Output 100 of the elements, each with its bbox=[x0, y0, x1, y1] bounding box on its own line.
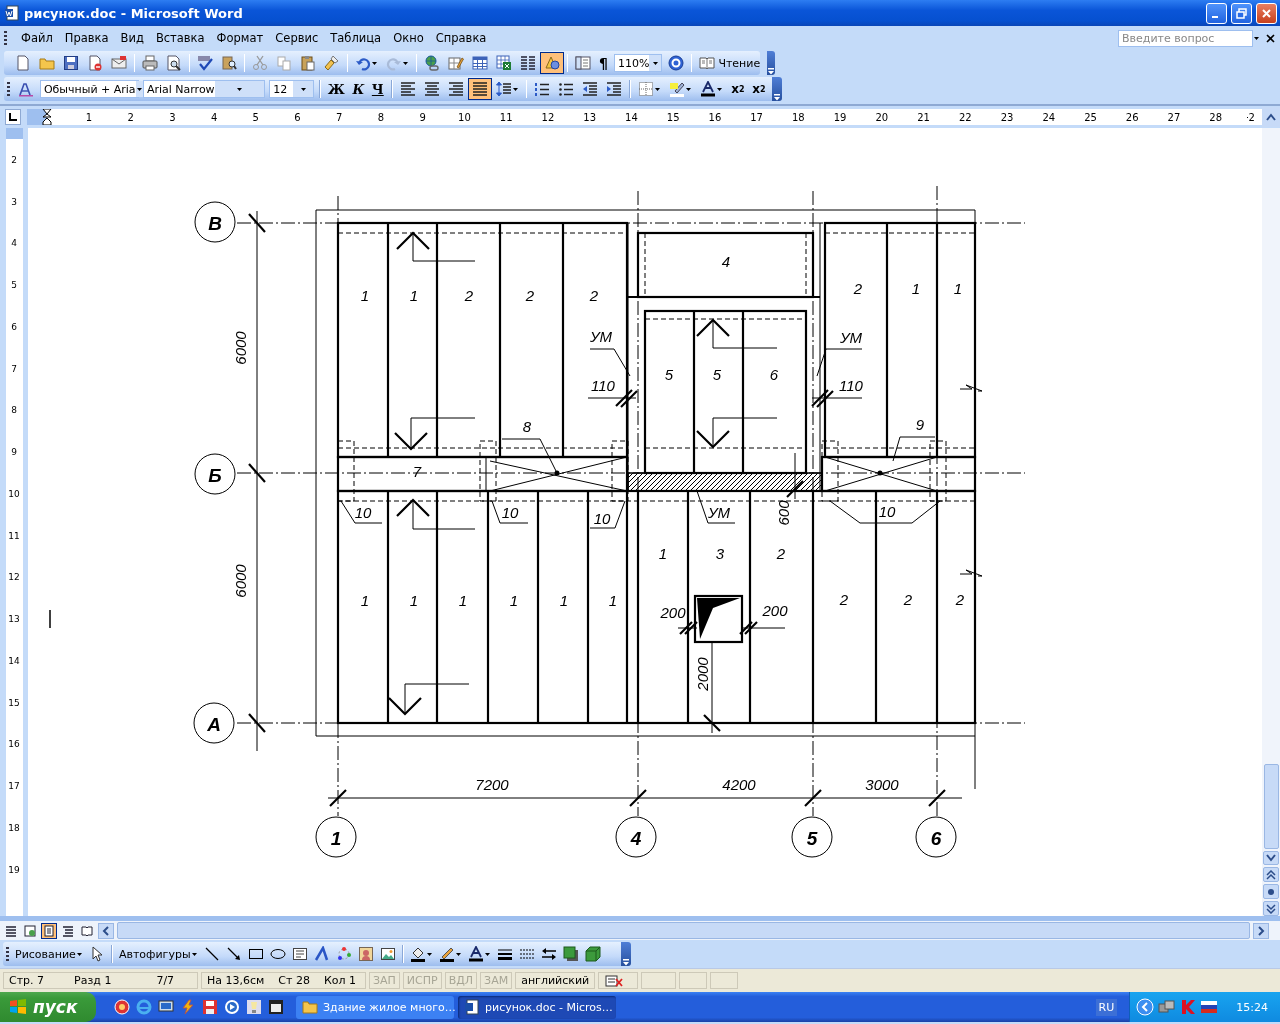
envelope-icon[interactable] bbox=[111, 55, 127, 71]
underline-button[interactable]: Ч bbox=[368, 78, 388, 100]
align-center-icon[interactable] bbox=[423, 81, 440, 97]
arrow-style-icon[interactable] bbox=[540, 946, 557, 962]
toolbar-options-icon[interactable] bbox=[767, 67, 776, 75]
decrease-indent-icon[interactable] bbox=[582, 81, 599, 97]
web-layout-icon[interactable] bbox=[24, 924, 36, 937]
line-color-icon[interactable] bbox=[438, 946, 455, 962]
menu-item[interactable]: Правка bbox=[58, 29, 115, 47]
lightning-icon[interactable] bbox=[180, 999, 196, 1015]
floppy-icon[interactable] bbox=[202, 999, 218, 1015]
arrow-icon[interactable] bbox=[225, 946, 242, 962]
drawing-shapes-icon[interactable] bbox=[544, 55, 560, 71]
save-icon[interactable] bbox=[63, 55, 79, 71]
document-map-icon[interactable] bbox=[575, 55, 591, 71]
show-formatting-button[interactable]: ¶ bbox=[595, 52, 612, 74]
menu-item[interactable]: Вид bbox=[114, 29, 150, 47]
picture-icon[interactable] bbox=[379, 946, 396, 962]
outline-view-icon[interactable] bbox=[62, 924, 74, 937]
diagram-icon[interactable] bbox=[335, 946, 352, 962]
table-pencil-icon[interactable] bbox=[448, 55, 464, 71]
horizontal-scrollbar[interactable] bbox=[117, 922, 1250, 939]
scrollbar-thumb[interactable] bbox=[1263, 764, 1279, 849]
flag-icon[interactable] bbox=[1200, 1000, 1219, 1014]
menu-item[interactable]: Справка bbox=[429, 29, 493, 47]
oval-icon[interactable] bbox=[269, 946, 286, 962]
help-search-field[interactable]: Введите вопрос bbox=[1118, 29, 1253, 47]
language-indicator[interactable]: английский bbox=[515, 972, 596, 989]
wordart-icon[interactable] bbox=[313, 946, 330, 962]
highlighter-icon[interactable] bbox=[669, 81, 686, 97]
close-button[interactable] bbox=[1256, 2, 1277, 24]
font-size-box[interactable]: 12 bbox=[269, 80, 315, 98]
menu-item[interactable]: Таблица bbox=[324, 29, 388, 47]
desktop-icon[interactable] bbox=[158, 999, 174, 1015]
superscript-button[interactable]: x$^{2}$ bbox=[727, 78, 749, 100]
print-layout-icon[interactable] bbox=[43, 924, 55, 937]
new-document-icon[interactable] bbox=[15, 55, 31, 71]
font-color-icon[interactable] bbox=[700, 81, 717, 97]
taskbar-button[interactable]: рисунок.doc - Micros… bbox=[458, 995, 616, 1019]
dash-style-icon[interactable] bbox=[518, 946, 535, 962]
restore-icon[interactable] bbox=[1236, 7, 1247, 19]
minimize-button[interactable] bbox=[1206, 2, 1227, 24]
styles-icon[interactable] bbox=[17, 81, 34, 97]
spreadsheet-icon[interactable] bbox=[496, 55, 512, 71]
taskbar-button[interactable]: Здание жилое много… bbox=[296, 995, 454, 1019]
toolbar-options-icon[interactable] bbox=[622, 958, 630, 966]
bulleted-list-icon[interactable] bbox=[558, 81, 575, 97]
lamp-icon[interactable] bbox=[246, 999, 262, 1015]
align-left-icon[interactable] bbox=[399, 81, 416, 97]
previous-page-icon[interactable] bbox=[1266, 869, 1276, 880]
show-hidden-icons-icon[interactable] bbox=[1136, 998, 1155, 1016]
tab-selector[interactable] bbox=[5, 109, 21, 125]
reading-layout-icon[interactable] bbox=[81, 924, 93, 937]
drawing-menu-button[interactable]: Рисование bbox=[12, 943, 86, 965]
line-style-icon[interactable] bbox=[496, 946, 513, 962]
start-button[interactable]: пуск bbox=[0, 992, 96, 1022]
vertical-scrollbar[interactable] bbox=[1262, 128, 1280, 916]
close-icon[interactable] bbox=[1266, 33, 1275, 43]
window-icon[interactable] bbox=[268, 999, 284, 1015]
shadow-icon[interactable] bbox=[562, 946, 579, 962]
line-spacing-icon[interactable] bbox=[495, 81, 512, 97]
menu-item[interactable]: Формат bbox=[210, 29, 270, 47]
paintbrush-icon[interactable] bbox=[324, 55, 340, 71]
rectangle-icon[interactable] bbox=[247, 946, 264, 962]
clip-art-icon[interactable] bbox=[357, 946, 374, 962]
fill-color-icon[interactable] bbox=[409, 946, 426, 962]
line-icon[interactable] bbox=[203, 946, 220, 962]
align-right-icon[interactable] bbox=[447, 81, 464, 97]
toolbar-options-icon[interactable] bbox=[773, 93, 782, 101]
globe-link-icon[interactable] bbox=[424, 55, 440, 71]
spelling-check-icon[interactable] bbox=[197, 55, 213, 71]
print-preview-icon[interactable] bbox=[166, 55, 182, 71]
restore-button[interactable] bbox=[1231, 2, 1252, 24]
menu-item[interactable]: Вставка bbox=[149, 29, 211, 47]
help-icon[interactable] bbox=[668, 55, 685, 71]
language-button[interactable]: RU bbox=[1095, 998, 1118, 1016]
media-player-icon[interactable] bbox=[224, 999, 240, 1015]
autoshapes-menu-button[interactable]: Автофигуры bbox=[115, 943, 201, 965]
font-box[interactable]: Arial Narrow bbox=[142, 80, 266, 98]
table-icon[interactable] bbox=[472, 55, 488, 71]
numbered-list-icon[interactable] bbox=[534, 81, 551, 97]
normal-view-icon[interactable] bbox=[5, 924, 17, 937]
increase-indent-icon[interactable] bbox=[606, 81, 623, 97]
menu-item[interactable]: Окно bbox=[387, 29, 430, 47]
browse-object-icon[interactable] bbox=[1267, 887, 1275, 896]
clipboard-icon[interactable] bbox=[300, 55, 316, 71]
printer-icon[interactable] bbox=[142, 55, 158, 71]
columns-icon[interactable] bbox=[520, 55, 536, 71]
menu-item[interactable]: Файл bbox=[15, 29, 59, 47]
disc-icon[interactable] bbox=[114, 999, 130, 1015]
network-icon[interactable] bbox=[1158, 999, 1177, 1015]
zoom-box[interactable]: 110% bbox=[613, 54, 663, 72]
3d-box-icon[interactable] bbox=[584, 946, 601, 962]
reading-button[interactable]: Чтение bbox=[695, 52, 765, 74]
undo-icon[interactable] bbox=[355, 55, 371, 71]
tab-stop-icon[interactable] bbox=[9, 113, 17, 121]
align-justify-icon[interactable] bbox=[471, 81, 488, 97]
research-icon[interactable] bbox=[221, 55, 237, 71]
document-stop-icon[interactable] bbox=[87, 55, 103, 71]
italic-button[interactable]: К bbox=[348, 78, 368, 100]
